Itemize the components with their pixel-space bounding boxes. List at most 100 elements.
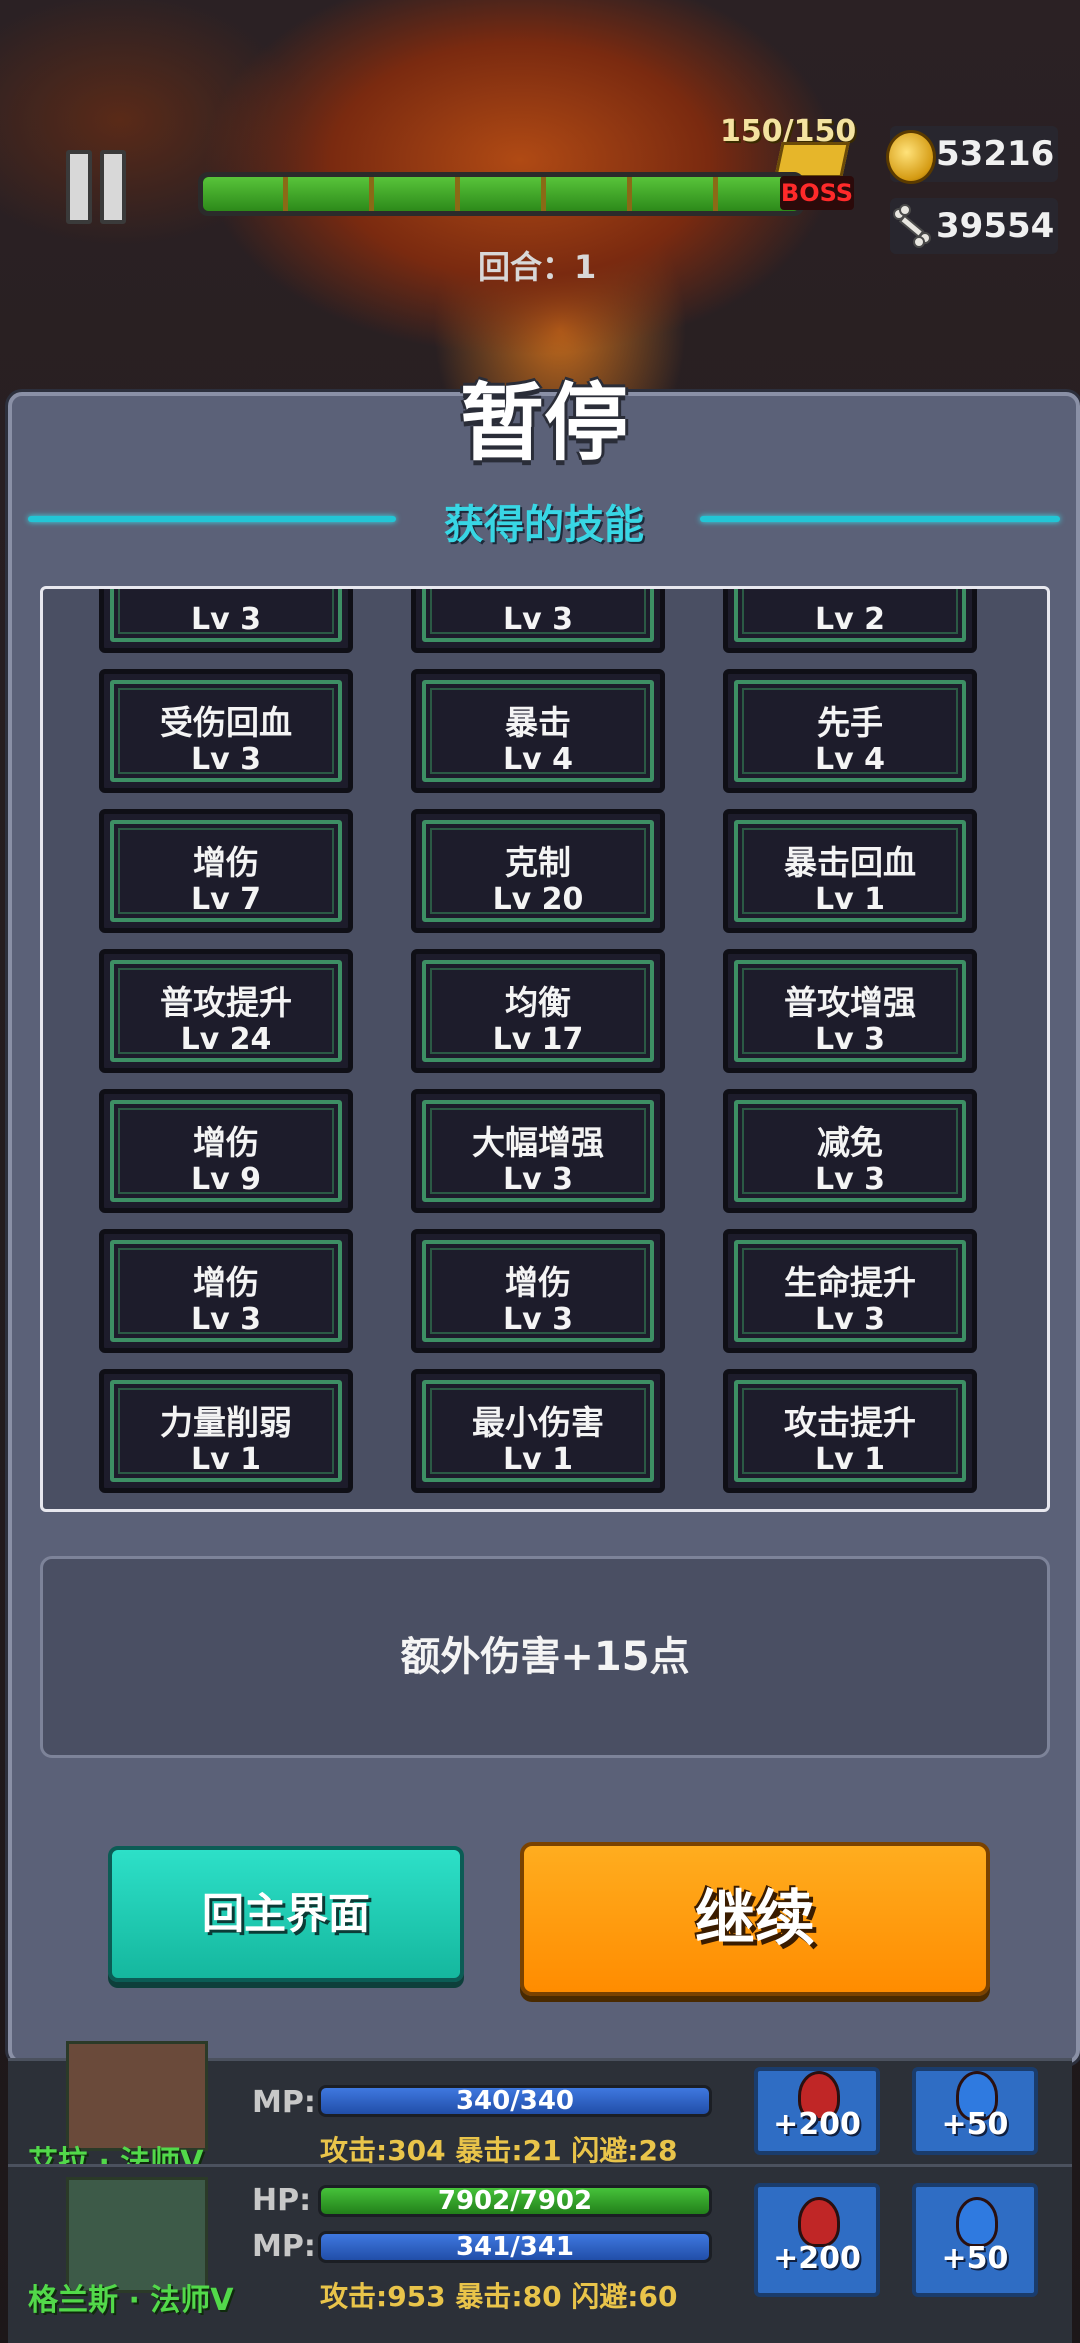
- pause-button[interactable]: [66, 150, 126, 224]
- skill-card[interactable]: 均衡 Lv 17: [411, 949, 665, 1073]
- skill-level: Lv 4: [503, 742, 573, 777]
- skill-card[interactable]: 暴击回血 Lv 1: [723, 809, 977, 933]
- skill-name: 受伤回血: [160, 703, 292, 742]
- hero-portrait[interactable]: [66, 2041, 208, 2151]
- skill-level: Lv 7: [191, 882, 261, 917]
- skill-level: Lv 3: [815, 1302, 885, 1337]
- round-counter: 回合：1: [478, 248, 597, 286]
- mp-label: MP:: [252, 2085, 316, 2120]
- mp-bar: 341/341: [318, 2231, 712, 2263]
- skill-card[interactable]: 增伤 Lv 3: [411, 1229, 665, 1353]
- hp-potion-icon: [798, 2197, 840, 2247]
- skill-name: 增伤: [193, 1123, 259, 1162]
- skill-level: Lv 3: [503, 602, 573, 637]
- hp-potion-button[interactable]: +200: [754, 2067, 880, 2155]
- skill-name: 普攻提升: [160, 983, 292, 1022]
- skill-level: Lv 1: [815, 882, 885, 917]
- hp-potion-amount: +200: [773, 2241, 861, 2276]
- skill-card[interactable]: 攻击提升 Lv 1: [723, 1369, 977, 1493]
- gold-counter: 53216: [886, 126, 1058, 184]
- mp-label: MP:: [252, 2229, 316, 2264]
- mp-potion-button[interactable]: +50: [912, 2067, 1038, 2155]
- skill-list-panel[interactable]: Lv 3 Lv 3 Lv 2 受伤回血 Lv 3 暴击 Lv 4 先手 Lv 4 增伤…: [40, 586, 1050, 1512]
- skill-card[interactable]: 增伤 Lv 3: [99, 1229, 353, 1353]
- skill-card[interactable]: 增伤 Lv 7: [99, 809, 353, 933]
- continue-button[interactable]: 继续: [520, 1842, 990, 1996]
- skill-card[interactable]: 暴击 Lv 4: [411, 669, 665, 793]
- mp-potion-button[interactable]: +50: [912, 2183, 1038, 2297]
- skill-level: Lv 9: [191, 1162, 261, 1197]
- skill-card[interactable]: 最小伤害 Lv 1: [411, 1369, 665, 1493]
- skill-level: Lv 3: [191, 742, 261, 777]
- skill-name: 增伤: [505, 1263, 571, 1302]
- skill-level: Lv 20: [492, 882, 584, 917]
- skill-name: 减免: [817, 1123, 883, 1162]
- skill-level: Lv 1: [191, 1442, 261, 1477]
- hp-potion-button[interactable]: +200: [754, 2183, 880, 2297]
- skill-level: Lv 17: [492, 1022, 584, 1057]
- skill-description: 额外伤害+15点: [400, 1634, 690, 1680]
- mp-potion-amount: +50: [941, 2241, 1009, 2276]
- skill-name: 均衡: [505, 983, 571, 1022]
- skill-level: Lv 3: [503, 1302, 573, 1337]
- skill-name: 最小伤害: [472, 1403, 604, 1442]
- hero-stats: 攻击:304 暴击:21 闪避:28: [320, 2134, 678, 2167]
- skill-card[interactable]: Lv 3: [99, 589, 353, 653]
- bone-icon: [893, 204, 931, 248]
- skill-card[interactable]: 受伤回血 Lv 3: [99, 669, 353, 793]
- skill-card[interactable]: 减免 Lv 3: [723, 1089, 977, 1213]
- hp-potion-amount: +200: [773, 2107, 861, 2142]
- skill-card[interactable]: 生命提升 Lv 3: [723, 1229, 977, 1353]
- skill-level: Lv 3: [191, 1302, 261, 1337]
- skill-name: 先手: [817, 703, 883, 742]
- skill-level: Lv 1: [815, 1442, 885, 1477]
- skill-name: 增伤: [193, 843, 259, 882]
- skill-card[interactable]: 大幅增强 Lv 3: [411, 1089, 665, 1213]
- skill-level: Lv 3: [503, 1162, 573, 1197]
- skill-card[interactable]: 普攻提升 Lv 24: [99, 949, 353, 1073]
- gold-value: 53216: [936, 134, 1055, 174]
- skill-name: 暴击: [505, 703, 571, 742]
- skills-section-title: 获得的技能: [444, 502, 644, 548]
- hp-bar: 7902/7902: [318, 2185, 712, 2217]
- skill-level: Lv 3: [815, 1022, 885, 1057]
- boss-label: BOSS: [780, 176, 854, 210]
- skill-description-box: 额外伤害+15点: [40, 1556, 1050, 1758]
- skill-level: Lv 3: [191, 602, 261, 637]
- skill-card[interactable]: 先手 Lv 4: [723, 669, 977, 793]
- skill-name: 增伤: [193, 1263, 259, 1302]
- skill-name: 大幅增强: [472, 1123, 604, 1162]
- skill-name: 暴击回血: [784, 843, 916, 882]
- hero-name: 格兰斯 · 法师Ⅴ: [28, 2283, 234, 2318]
- skill-card[interactable]: Lv 2: [723, 589, 977, 653]
- skill-level: Lv 1: [503, 1442, 573, 1477]
- skill-level: Lv 2: [815, 602, 885, 637]
- skill-card[interactable]: 普攻增强 Lv 3: [723, 949, 977, 1073]
- pause-title: 暂停: [459, 374, 628, 472]
- pause-dialog: 暂停 获得的技能 Lv 3 Lv 3 Lv 2 受伤回血 Lv 3 暴击 Lv 4 …: [8, 374, 1080, 2064]
- coin-icon: [886, 130, 936, 184]
- return-home-button[interactable]: 回主界面: [108, 1846, 464, 1982]
- hero-row-1: 艾拉 · 法师Ⅴ MP: 340/340 攻击:304 暴击:21 闪避:28 …: [8, 2041, 1072, 2180]
- skill-name: 力量削弱: [160, 1403, 292, 1442]
- skill-name: 克制: [505, 843, 571, 882]
- skill-name: 生命提升: [784, 1263, 916, 1302]
- skill-name: 普攻增强: [784, 983, 916, 1022]
- bone-counter: 39554: [890, 198, 1058, 254]
- skill-name: 攻击提升: [784, 1403, 916, 1442]
- skill-card[interactable]: Lv 3: [411, 589, 665, 653]
- skill-level: Lv 4: [815, 742, 885, 777]
- mp-potion-amount: +50: [941, 2107, 1009, 2142]
- hero-stats: 攻击:953 暴击:80 闪避:60: [320, 2280, 678, 2313]
- mp-bar: 340/340: [318, 2085, 712, 2117]
- hp-label: HP:: [252, 2183, 312, 2218]
- skill-level: Lv 3: [815, 1162, 885, 1197]
- mp-potion-icon: [956, 2197, 998, 2247]
- bone-value: 39554: [936, 206, 1055, 246]
- skill-level: Lv 24: [180, 1022, 272, 1057]
- skill-card[interactable]: 克制 Lv 20: [411, 809, 665, 933]
- skill-card[interactable]: 力量削弱 Lv 1: [99, 1369, 353, 1493]
- skill-card[interactable]: 增伤 Lv 9: [99, 1089, 353, 1213]
- boss-hp-bar: [198, 172, 804, 216]
- hero-row-2: 格兰斯 · 法师Ⅴ HP: 7902/7902 MP: 341/341 攻击:9…: [8, 2164, 1072, 2343]
